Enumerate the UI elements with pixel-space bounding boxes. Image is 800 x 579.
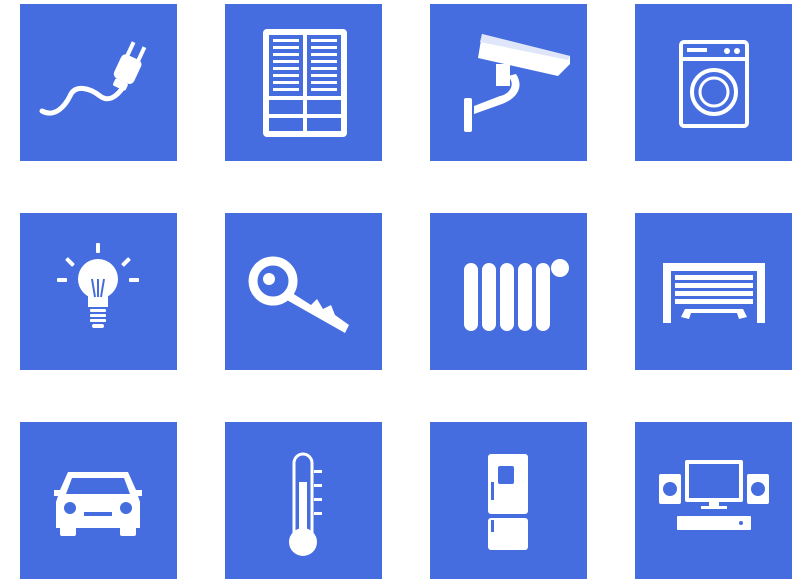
power-plug-icon	[39, 41, 147, 116]
tile-home-theater[interactable]	[635, 422, 792, 579]
home-theater-icon	[659, 460, 769, 530]
tile-refrigerator[interactable]	[430, 422, 587, 579]
tile-radiator[interactable]	[430, 213, 587, 370]
tile-car[interactable]	[20, 422, 177, 579]
tile-garage-door[interactable]	[635, 213, 792, 370]
tile-thermometer[interactable]	[225, 422, 382, 579]
tile-security-camera[interactable]	[430, 4, 587, 161]
key-icon	[248, 256, 349, 333]
tile-window-blinds[interactable]	[225, 4, 382, 161]
tile-light-bulb[interactable]	[20, 213, 177, 370]
tile-power-plug[interactable]	[20, 4, 177, 161]
tile-washing-machine[interactable]	[635, 4, 792, 161]
garage-door-icon	[663, 263, 765, 323]
car-icon	[54, 472, 142, 536]
tile-key[interactable]	[225, 213, 382, 370]
thermometer-icon	[289, 452, 322, 556]
refrigerator-icon	[488, 454, 528, 550]
washing-machine-icon	[679, 40, 749, 128]
radiator-icon	[464, 259, 569, 331]
security-camera-icon	[464, 34, 570, 132]
light-bulb-icon	[57, 243, 139, 328]
window-blinds-icon	[263, 29, 347, 137]
